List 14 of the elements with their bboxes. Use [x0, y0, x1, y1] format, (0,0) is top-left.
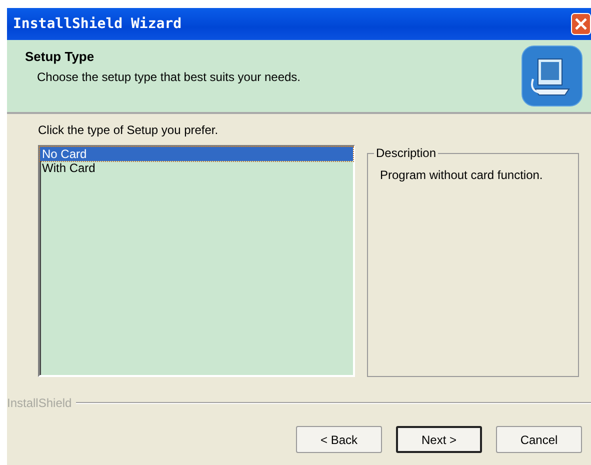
description-text: Program without card function.	[380, 168, 544, 182]
wizard-button[interactable]: Cancel	[496, 426, 582, 453]
computer-icon	[521, 45, 583, 107]
window-title: InstallShield Wizard	[13, 16, 182, 32]
wizard-button[interactable]: < Back	[296, 426, 382, 453]
list-item[interactable]: No Card	[40, 147, 353, 161]
close-icon[interactable]	[571, 13, 591, 35]
wizard-button[interactable]: Next >	[396, 426, 482, 453]
prompt-text: Click the type of Setup you prefer.	[38, 123, 220, 137]
header-subtitle: Choose the setup type that best suits your needs.	[37, 70, 300, 84]
header-title: Setup Type	[25, 49, 96, 64]
list-item[interactable]: With Card	[40, 161, 353, 175]
brand-label: InstallShield	[7, 396, 73, 410]
group-title: Description	[374, 146, 438, 160]
